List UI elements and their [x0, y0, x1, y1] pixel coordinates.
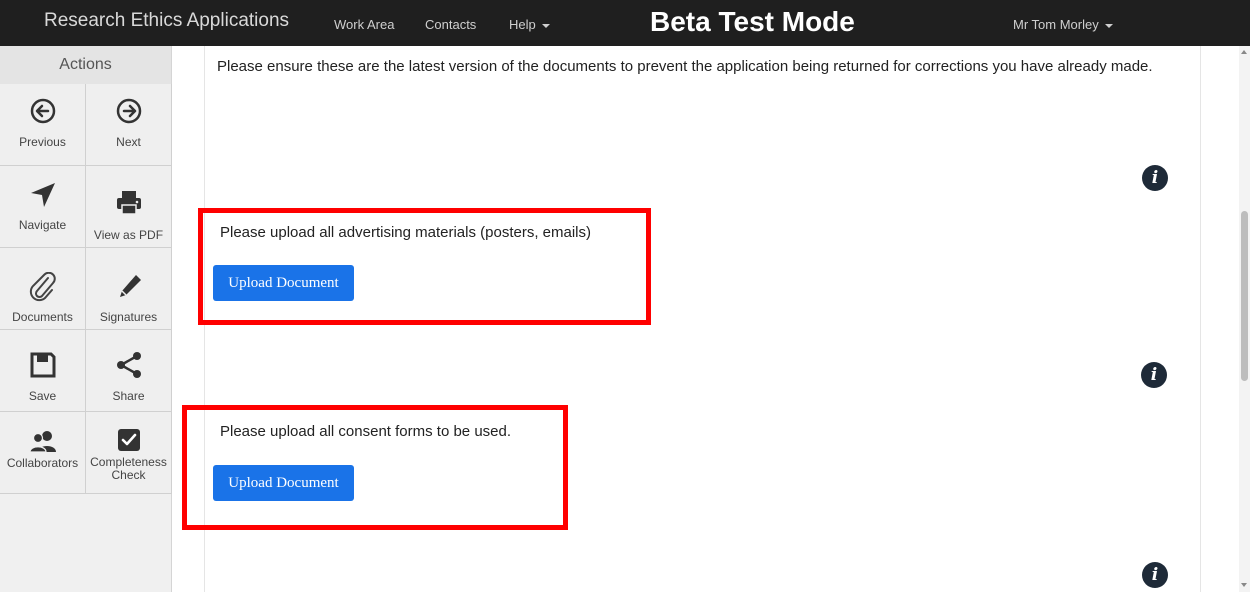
- collaborators-label: Collaborators: [6, 456, 79, 470]
- previous-button[interactable]: Previous: [0, 84, 86, 166]
- user-menu[interactable]: Mr Tom Morley: [1013, 17, 1113, 32]
- location-arrow-icon: [0, 178, 85, 212]
- chevron-down-icon: [541, 23, 550, 28]
- scroll-down-arrow-icon[interactable]: [1241, 583, 1247, 587]
- signatures-button[interactable]: Signatures: [86, 248, 172, 330]
- scrollbar-thumb[interactable]: [1241, 211, 1248, 381]
- share-button[interactable]: Share: [86, 330, 172, 412]
- save-button[interactable]: Save: [0, 330, 86, 412]
- share-icon: [86, 348, 171, 382]
- next-label: Next: [116, 135, 141, 149]
- arrow-right-circle-icon: [86, 94, 171, 128]
- share-label: Share: [112, 389, 145, 403]
- nav-contacts[interactable]: Contacts: [425, 17, 476, 32]
- documents-label: Documents: [12, 310, 73, 324]
- completeness-label-line2: Check: [111, 468, 146, 482]
- next-button[interactable]: Next: [86, 84, 172, 166]
- pencil-icon: [86, 270, 171, 304]
- intro-text: Please ensure these are the latest versi…: [217, 58, 1153, 75]
- top-navbar: Research Ethics Applications Work Area C…: [0, 0, 1250, 46]
- paperclip-icon: [0, 270, 85, 304]
- documents-button[interactable]: Documents: [0, 248, 86, 330]
- completeness-check-button[interactable]: Completeness Check: [86, 412, 172, 494]
- navigate-label: Navigate: [18, 218, 67, 232]
- view-as-pdf-label: View as PDF: [93, 228, 164, 242]
- arrow-left-circle-icon: [0, 94, 85, 128]
- actions-title: Actions: [0, 46, 171, 84]
- app-title[interactable]: Research Ethics Applications: [44, 10, 289, 32]
- users-icon: [0, 424, 85, 458]
- user-name: Mr Tom Morley: [1013, 17, 1099, 32]
- nav-work-area[interactable]: Work Area: [334, 17, 394, 32]
- floppy-disk-icon: [0, 348, 85, 382]
- checkbox-icon: [86, 423, 171, 457]
- signatures-label: Signatures: [99, 310, 158, 324]
- info-icon[interactable]: i: [1142, 562, 1168, 588]
- consent-question: Please upload all consent forms to be us…: [220, 423, 512, 440]
- view-as-pdf-button[interactable]: View as PDF: [86, 166, 172, 248]
- scroll-up-arrow-icon[interactable]: [1241, 50, 1247, 54]
- beta-mode-banner: Beta Test Mode: [650, 6, 855, 37]
- completeness-label: Completeness Check: [86, 456, 171, 482]
- advertising-question: Please upload all advertising materials …: [220, 224, 592, 241]
- nav-help-label: Help: [509, 17, 536, 32]
- collaborators-button[interactable]: Collaborators: [0, 412, 86, 494]
- upload-advertising-button[interactable]: Upload Document: [213, 265, 354, 301]
- info-icon[interactable]: i: [1141, 362, 1167, 388]
- info-icon[interactable]: i: [1142, 165, 1168, 191]
- vertical-scrollbar[interactable]: [1239, 46, 1250, 592]
- nav-help[interactable]: Help: [509, 17, 550, 32]
- upload-consent-button[interactable]: Upload Document: [213, 465, 354, 501]
- actions-sidebar: Actions Previous Next Navigate View as P…: [0, 46, 172, 592]
- save-label: Save: [28, 389, 57, 403]
- previous-label: Previous: [19, 135, 66, 149]
- chevron-down-icon: [1104, 23, 1113, 28]
- navigate-button[interactable]: Navigate: [0, 166, 86, 248]
- printer-icon: [86, 186, 171, 220]
